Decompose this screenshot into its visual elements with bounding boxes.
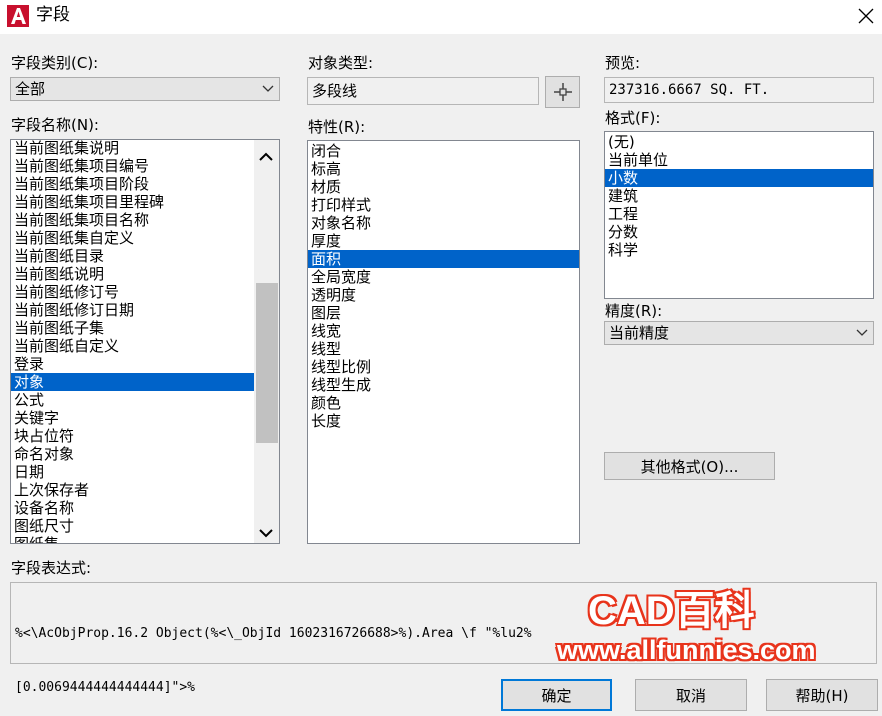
- field-category-value: 全部: [15, 80, 46, 98]
- field-name-item[interactable]: 当前图纸集项目阶段: [11, 175, 254, 193]
- close-button[interactable]: [851, 1, 881, 31]
- object-type-label: 对象类型:: [308, 54, 374, 72]
- chevron-down-icon: [856, 322, 868, 344]
- field-names-list[interactable]: 当前图纸集说明 当前图纸集项目编号 当前图纸集项目阶段 当前图纸集项目里程碑 当前图纸集…: [10, 139, 280, 544]
- property-item[interactable]: 标高: [308, 160, 579, 178]
- format-item[interactable]: 分数: [605, 223, 873, 241]
- field-name-item[interactable]: 当前图纸自定义: [11, 337, 254, 355]
- field-category-dropdown[interactable]: 全部: [10, 77, 280, 101]
- watermark-title: CAD百科: [587, 588, 756, 634]
- format-item[interactable]: (无): [605, 133, 873, 151]
- field-name-item[interactable]: 当前图纸子集: [11, 319, 254, 337]
- field-name-item[interactable]: 当前图纸目录: [11, 247, 254, 265]
- field-name-item[interactable]: 图纸集: [11, 535, 254, 543]
- other-format-button[interactable]: 其他格式(O)...: [604, 452, 775, 480]
- select-object-button[interactable]: [545, 76, 580, 108]
- field-name-item[interactable]: 当前图纸集项目里程碑: [11, 193, 254, 211]
- field-name-item[interactable]: 当前图纸修订号: [11, 283, 254, 301]
- field-name-item[interactable]: 当前图纸集项目编号: [11, 157, 254, 175]
- format-item[interactable]: 当前单位: [605, 151, 873, 169]
- property-item[interactable]: 厚度: [308, 232, 579, 250]
- property-item[interactable]: 对象名称: [308, 214, 579, 232]
- autocad-logo-icon: [7, 5, 29, 27]
- field-name-item[interactable]: 块占位符: [11, 427, 254, 445]
- expression-label: 字段表达式:: [11, 559, 92, 577]
- preview-value: 237316.6667 SQ. FT.: [609, 82, 770, 98]
- property-item[interactable]: 颜色: [308, 394, 579, 412]
- field-name-item[interactable]: 当前图纸集说明: [11, 140, 254, 157]
- title-bar: [0, 0, 882, 34]
- field-name-item[interactable]: 当前图纸修订日期: [11, 301, 254, 319]
- field-names-scrollbar[interactable]: [254, 140, 279, 543]
- object-type-field: 多段线: [307, 77, 539, 105]
- field-name-item[interactable]: 当前图纸说明: [11, 265, 254, 283]
- properties-list[interactable]: 闭合 标高 材质 打印样式 对象名称 厚度 面积 全局宽度 透明度 图层 线宽 线型 线型比例 线型生成颜…: [307, 140, 580, 544]
- crosshair-pick-icon: [553, 83, 572, 101]
- watermark-url: www.allfunnies.com: [557, 635, 816, 665]
- precision-value: 当前精度: [609, 324, 670, 342]
- precision-dropdown[interactable]: 当前精度: [604, 321, 874, 345]
- property-item[interactable]: 长度: [308, 412, 579, 430]
- field-name-item[interactable]: 当前图纸集自定义: [11, 229, 254, 247]
- property-item[interactable]: 线型: [308, 340, 579, 358]
- format-item[interactable]: 小数: [605, 169, 873, 187]
- field-name-item[interactable]: 命名对象: [11, 445, 254, 463]
- cancel-button[interactable]: 取消: [635, 679, 747, 711]
- field-names-label: 字段名称(N):: [11, 116, 99, 134]
- preview-field: 237316.6667 SQ. FT.: [604, 77, 874, 103]
- precision-label: 精度(R):: [605, 302, 663, 320]
- property-item[interactable]: 全局宽度: [308, 268, 579, 286]
- field-name-item[interactable]: 登录: [11, 355, 254, 373]
- property-item[interactable]: 线型比例: [308, 358, 579, 376]
- property-item[interactable]: 打印样式: [308, 196, 579, 214]
- property-item[interactable]: 线型生成: [308, 376, 579, 394]
- window-title: 字段: [36, 5, 70, 25]
- field-name-item[interactable]: 对象: [11, 373, 254, 391]
- field-name-item[interactable]: 上次保存者: [11, 481, 254, 499]
- help-button[interactable]: 帮助(H): [766, 679, 878, 711]
- format-list[interactable]: (无) 当前单位 小数 建筑 工程 分数 科学: [604, 131, 874, 299]
- field-category-label: 字段类别(C):: [11, 54, 99, 72]
- preview-label: 预览:: [605, 54, 641, 72]
- property-item[interactable]: 闭合: [308, 142, 579, 160]
- property-item[interactable]: 透明度: [308, 286, 579, 304]
- object-type-value: 多段线: [312, 82, 358, 100]
- field-name-item[interactable]: 设备名称: [11, 499, 254, 517]
- properties-label: 特性(R):: [308, 118, 366, 136]
- property-item[interactable]: 线宽: [308, 322, 579, 340]
- field-name-item[interactable]: 公式: [11, 391, 254, 409]
- close-icon: [858, 8, 874, 24]
- property-item[interactable]: 图层: [308, 304, 579, 322]
- format-label: 格式(F):: [605, 109, 661, 127]
- field-name-item[interactable]: 关键字: [11, 409, 254, 427]
- field-name-item[interactable]: 日期: [11, 463, 254, 481]
- field-name-item[interactable]: 当前图纸集项目名称: [11, 211, 254, 229]
- chevron-down-icon: [262, 78, 274, 100]
- property-item[interactable]: 材质: [308, 178, 579, 196]
- ok-button[interactable]: 确定: [501, 679, 612, 711]
- scroll-up-icon[interactable]: [258, 148, 274, 166]
- field-names-scroll-thumb[interactable]: [256, 283, 278, 443]
- format-item[interactable]: 工程: [605, 205, 873, 223]
- format-item[interactable]: 科学: [605, 241, 873, 259]
- format-item[interactable]: 建筑: [605, 187, 873, 205]
- property-item[interactable]: 面积: [308, 250, 579, 268]
- field-name-item[interactable]: 图纸尺寸: [11, 517, 254, 535]
- scroll-down-icon[interactable]: [258, 524, 274, 542]
